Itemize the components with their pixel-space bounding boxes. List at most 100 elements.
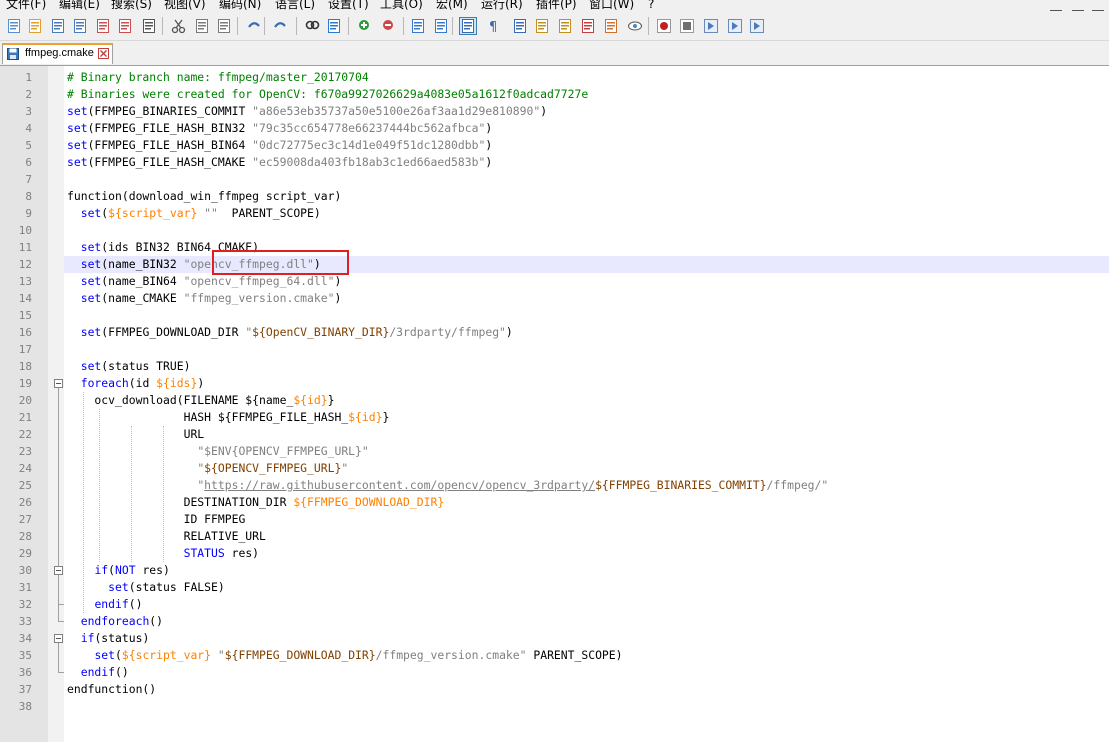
code-line[interactable]: # Binary branch name: ffmpeg/master_2017… [67,69,369,86]
close-all-icon[interactable] [117,18,133,34]
code-line[interactable]: endforeach() [67,613,163,630]
zoom-in-icon[interactable] [357,18,373,34]
folder-workspace-icon[interactable] [603,18,619,34]
code-line[interactable]: set(status FALSE) [67,579,225,596]
code-token: "opencv_ffmpeg_64.dll" [183,274,335,288]
menu-item-9[interactable]: 运行(R) [481,0,523,12]
menu-item-6[interactable]: 设置(T) [328,0,369,12]
close-icon[interactable] [95,18,111,34]
code-line[interactable]: set(FFMPEG_BINARIES_COMMIT "a86e53eb3573… [67,103,547,120]
close-tab-icon[interactable] [98,48,109,59]
fold-toggle-icon[interactable] [54,566,63,575]
code-line[interactable]: "$ENV{OPENCV_FFMPEG_URL}" [67,443,368,460]
redo-icon[interactable] [272,18,288,34]
record-macro-icon[interactable] [656,18,672,34]
menu-item-7[interactable]: 工具(O) [380,0,423,12]
maximize-icon[interactable] [1072,0,1084,11]
code-line[interactable]: HASH ${FFMPEG_FILE_HASH_${id}} [67,409,390,426]
menu-item-0[interactable]: 文件(F) [6,0,46,12]
fold-toggle-icon[interactable] [54,379,63,388]
sync-horizontal-icon[interactable] [433,18,449,34]
code-line[interactable]: endfunction() [67,681,156,698]
show-all-chars-icon[interactable]: ¶ [486,18,502,34]
play-multiple-icon[interactable] [727,18,743,34]
minimize-icon[interactable] [1050,0,1062,11]
code-line[interactable]: foreach(id ${ids}) [67,375,204,392]
menu-item-12[interactable]: ? [648,0,654,12]
code-line[interactable]: "https://raw.githubusercontent.com/openc… [67,477,828,494]
menu-item-10[interactable]: 插件(P) [536,0,577,12]
fold-toggle-icon[interactable] [54,634,63,643]
word-wrap-icon[interactable] [459,17,477,35]
monitor-icon[interactable] [627,18,643,34]
open-file-icon[interactable] [27,18,43,34]
menu-item-3[interactable]: 视图(V) [164,0,206,12]
toolbar-separator [648,17,649,35]
code-line[interactable]: ID FFMPEG [67,511,246,528]
copy-icon[interactable] [194,18,210,34]
code-token: (name_BIN64 [101,274,184,288]
play-macro-icon[interactable] [703,18,719,34]
menu-item-4[interactable]: 编码(N) [219,0,261,12]
cut-icon[interactable] [171,18,187,34]
code-line[interactable]: URL [67,426,205,443]
code-token: endif [94,597,129,611]
code-line[interactable]: set(FFMPEG_FILE_HASH_CMAKE "ec59008da403… [67,154,492,171]
stop-record-icon[interactable] [679,18,695,34]
code-token: () [115,665,129,679]
sync-vertical-icon[interactable] [410,18,426,34]
code-line[interactable]: # Binaries were created for OpenCV: f670… [67,86,588,103]
code-token: set [80,240,102,254]
code-token: res) [135,563,170,577]
menu-item-8[interactable]: 宏(M) [436,0,468,12]
code-line[interactable]: set(status TRUE) [67,358,191,375]
find-icon[interactable] [304,18,320,34]
save-macro-icon[interactable] [749,18,765,34]
code-line[interactable]: set(name_BIN64 "opencv_ffmpeg_64.dll") [67,273,342,290]
code-line[interactable]: set(${script_var} "" PARENT_SCOPE) [67,205,321,222]
indent-guide [163,426,164,562]
code-line[interactable]: DESTINATION_DIR ${FFMPEG_DOWNLOAD_DIR} [67,494,445,511]
menu-item-1[interactable]: 编辑(E) [59,0,100,12]
code-line[interactable]: function(download_win_ffmpeg script_var) [67,188,341,205]
code-token: HASH ${FFMPEG_FILE_HASH_ [67,410,349,424]
udl-icon[interactable] [534,18,550,34]
zoom-out-icon[interactable] [381,18,397,34]
line-number: 37 [18,683,32,696]
save-all-icon[interactable] [72,18,88,34]
menu-item-2[interactable]: 搜索(S) [111,0,152,12]
code-line[interactable]: set(FFMPEG_DOWNLOAD_DIR "${OpenCV_BINARY… [67,324,513,341]
indent-guide-icon[interactable] [512,18,528,34]
code-line[interactable]: set(FFMPEG_FILE_HASH_BIN64 "0dc72775ec3c… [67,137,492,154]
code-token: (status TRUE) [101,359,191,373]
menu-item-11[interactable]: 窗口(W) [589,0,634,12]
code-line[interactable]: endif() [67,596,142,613]
save-icon[interactable] [50,18,66,34]
code-line[interactable]: set(name_CMAKE "ffmpeg_version.cmake") [67,290,342,307]
line-number: 23 [18,445,32,458]
line-number: 6 [25,156,32,169]
code-editor[interactable]: 1 2 3 4 5 6 7 8 9 10 11 12 13 14 15 16 17 18 19 20 21 22 23 24 2… [0,66,1109,742]
code-line[interactable]: endif() [67,664,129,681]
toolbar-separator [264,17,265,35]
print-icon[interactable] [141,18,157,34]
function-list-icon[interactable] [580,18,596,34]
replace-icon[interactable] [326,18,342,34]
code-token: ) [485,138,493,152]
menu-item-5[interactable]: 语言(L) [275,0,315,12]
code-line[interactable]: RELATIVE_URL [67,528,266,545]
close-window-icon[interactable] [1092,0,1104,11]
line-number: 7 [25,173,32,186]
code-line[interactable]: "${OPENCV_FFMPEG_URL}" [67,460,348,477]
code-line[interactable]: ocv_download(FILENAME ${name_${id}} [67,392,334,409]
paste-icon[interactable] [216,18,232,34]
undo-icon[interactable] [246,18,262,34]
code-line[interactable]: if(status) [67,630,150,647]
tab-ffmpeg-cmake[interactable]: ffmpeg.cmake [2,43,113,64]
doc-map-icon[interactable] [557,18,573,34]
new-file-icon[interactable] [6,18,22,34]
code-line[interactable]: set(${script_var} "${FFMPEG_DOWNLOAD_DIR… [67,647,622,664]
code-line[interactable]: set(FFMPEG_FILE_HASH_BIN32 "79c35cc65477… [67,120,492,137]
